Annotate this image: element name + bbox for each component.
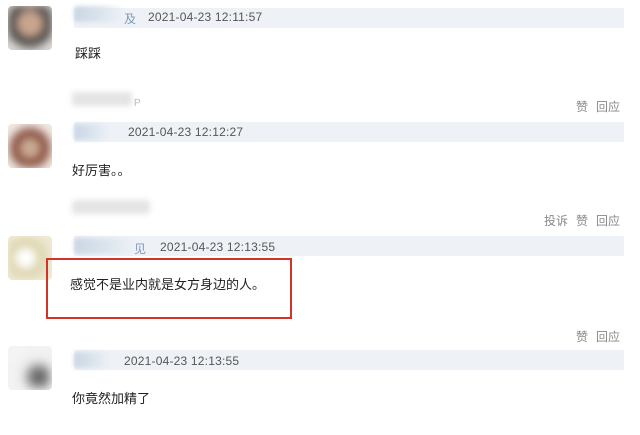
- username[interactable]: [74, 238, 134, 254]
- username-tail[interactable]: 及: [124, 10, 136, 27]
- reply-button[interactable]: 回应: [596, 330, 620, 344]
- comment-timestamp: 2021-04-23 12:13:55: [124, 354, 240, 368]
- reply-button[interactable]: 回应: [596, 100, 620, 114]
- username[interactable]: [74, 352, 110, 368]
- comment-timestamp: 2021-04-23 12:13:55: [160, 240, 276, 254]
- avatar[interactable]: [8, 6, 52, 50]
- username-tail[interactable]: 见: [134, 240, 146, 257]
- like-button[interactable]: 赞: [576, 100, 588, 114]
- username[interactable]: [74, 124, 110, 140]
- comment-timestamp: 2021-04-23 12:12:27: [128, 125, 244, 139]
- comment-actions: 赞回应: [568, 328, 620, 345]
- comment-header: [74, 236, 624, 256]
- avatar[interactable]: [8, 346, 52, 390]
- comment-text: 你竟然加精了: [72, 391, 151, 406]
- reply-quote-blur: [72, 92, 132, 106]
- like-button[interactable]: 赞: [576, 214, 588, 228]
- comment-text: 好厉害。。: [72, 163, 131, 178]
- comment-actions: 赞回应: [568, 98, 620, 115]
- highlight-box: [46, 258, 292, 319]
- avatar[interactable]: [8, 124, 52, 168]
- reply-button[interactable]: 回应: [596, 214, 620, 228]
- comment-text: 踩踩: [75, 46, 102, 61]
- username-tail[interactable]: P: [134, 98, 141, 109]
- comment-actions: 投诉赞回应: [536, 212, 620, 229]
- username[interactable]: [74, 6, 124, 22]
- reply-quote-blur: [72, 200, 150, 214]
- report-button[interactable]: 投诉: [544, 214, 568, 228]
- comment-timestamp: 2021-04-23 12:11:57: [148, 10, 263, 24]
- like-button[interactable]: 赞: [576, 330, 588, 344]
